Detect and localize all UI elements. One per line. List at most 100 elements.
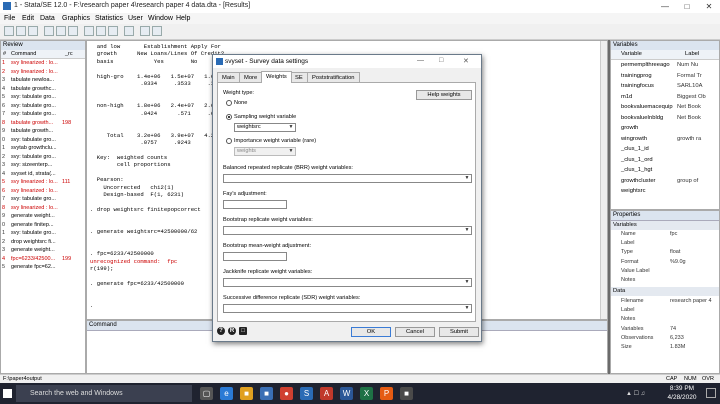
property-row[interactable]: Notes xyxy=(613,276,719,285)
bootstrap-mean-input[interactable] xyxy=(223,252,287,261)
app-red-icon[interactable]: ● xyxy=(280,387,293,400)
sdr-weights-combo[interactable]: ▼ xyxy=(223,304,472,313)
review-item[interactable]: 9 tabulate growth... xyxy=(2,127,85,136)
dialog-maximize-button[interactable]: □ xyxy=(439,57,443,64)
open-icon[interactable] xyxy=(4,26,14,36)
review-item[interactable]: 6 svy linearized : lo... xyxy=(2,187,85,196)
sampling-weight-combo[interactable]: weightsrc ▼ xyxy=(234,123,296,132)
clock-date[interactable]: 4/28/2020 xyxy=(660,394,704,401)
variables-manager-icon[interactable] xyxy=(124,26,134,36)
chevron-down-icon[interactable]: ▼ xyxy=(463,175,471,182)
review-item[interactable]: 5 svy linearized : lo... 111 xyxy=(2,178,85,187)
help-weights-button[interactable]: Help weights xyxy=(416,90,472,100)
save-icon[interactable] xyxy=(16,26,26,36)
log-icon[interactable] xyxy=(44,26,54,36)
break-icon[interactable] xyxy=(152,26,162,36)
menu-data[interactable]: Data xyxy=(40,15,55,22)
review-item[interactable]: 6 svy: tabulate gro... xyxy=(2,102,85,111)
property-row[interactable]: Name fpc xyxy=(613,230,719,239)
chevron-down-icon[interactable]: ▼ xyxy=(463,305,471,312)
review-item[interactable]: 4 tabulate growthc... xyxy=(2,85,85,94)
review-item[interactable]: 7 svy: tabulate gro... xyxy=(2,110,85,119)
reset-icon[interactable]: R xyxy=(228,327,236,335)
review-item[interactable]: 9 generate weight... xyxy=(2,212,85,221)
review-item[interactable]: 0 svy: tabulate gro... xyxy=(2,136,85,145)
chevron-down-icon[interactable]: ▼ xyxy=(287,124,295,131)
graph-icon[interactable] xyxy=(68,26,78,36)
variable-item[interactable]: trainingfocus SARL10A xyxy=(613,81,719,92)
notification-icon[interactable] xyxy=(706,388,716,398)
stata-taskbar-icon[interactable]: S xyxy=(300,387,313,400)
variable-item[interactable]: bookvaluemacequip Net Book xyxy=(613,102,719,113)
print-icon[interactable] xyxy=(28,26,38,36)
maximize-button[interactable]: □ xyxy=(676,0,698,13)
menu-graphics[interactable]: Graphics xyxy=(62,15,90,22)
menu-file[interactable]: File xyxy=(4,15,15,22)
review-item[interactable]: 7 svy: tabulate gro... xyxy=(2,195,85,204)
dialog-minimize-button[interactable]: — xyxy=(417,57,424,64)
property-row[interactable]: Notes xyxy=(613,315,719,324)
acrobat-icon[interactable]: A xyxy=(320,387,333,400)
property-row[interactable]: Variables 74 xyxy=(613,325,719,334)
tab-weights[interactable]: Weights xyxy=(261,71,292,83)
excel-icon[interactable]: X xyxy=(360,387,373,400)
property-row[interactable]: Format %9.0g xyxy=(613,258,719,267)
review-item[interactable]: 3 svy: sizeenterp... xyxy=(2,161,85,170)
variable-item[interactable]: _clus_1_ord xyxy=(613,155,719,166)
jackknife-weights-combo[interactable]: ▼ xyxy=(223,278,472,287)
review-item[interactable]: 4 fpc=6233/42500... 199 xyxy=(2,255,85,264)
submit-button[interactable]: Submit xyxy=(439,327,479,337)
review-item[interactable]: 5 generate fpc=62... xyxy=(2,263,85,272)
file-explorer-icon[interactable]: ■ xyxy=(240,387,253,400)
minimize-button[interactable]: — xyxy=(654,0,676,13)
fay-adjustment-input[interactable] xyxy=(223,200,287,209)
ok-button[interactable]: OK xyxy=(351,327,391,337)
property-row[interactable]: Value Label xyxy=(613,267,719,276)
menu-edit[interactable]: Edit xyxy=(22,15,34,22)
clock-time[interactable]: 8:39 PM xyxy=(662,385,702,392)
menu-window[interactable]: Window xyxy=(148,15,173,22)
property-row[interactable]: Size 1.83M xyxy=(613,343,719,352)
store-icon[interactable]: ■ xyxy=(260,387,273,400)
brr-weights-combo[interactable]: ▼ xyxy=(223,174,472,183)
review-item[interactable]: 5 svy: tabulate gro... xyxy=(2,93,85,102)
variable-item[interactable]: growth xyxy=(613,123,719,134)
variable-item[interactable]: growthcluster group of xyxy=(613,176,719,187)
radio-sampling-weight[interactable] xyxy=(226,114,232,120)
app-icon[interactable]: ■ xyxy=(400,387,413,400)
property-row[interactable]: Filename research paper 4 xyxy=(613,297,719,306)
word-icon[interactable]: W xyxy=(340,387,353,400)
review-item[interactable]: 3 tabulate newloa... xyxy=(2,76,85,85)
powerpoint-icon[interactable]: P xyxy=(380,387,393,400)
data-editor-icon[interactable] xyxy=(96,26,106,36)
dialog-close-button[interactable]: ✕ xyxy=(463,57,469,65)
variable-item[interactable]: permemplthreeago Num Nu xyxy=(613,60,719,71)
review-item[interactable]: 8 tabulate growth... 198 xyxy=(2,119,85,128)
help-icon[interactable]: ? xyxy=(217,327,225,335)
review-item[interactable]: 1 svytab growthclu... xyxy=(2,144,85,153)
results-scrollbar[interactable] xyxy=(600,41,607,319)
property-row[interactable]: Label xyxy=(613,239,719,248)
radio-importance-weight[interactable] xyxy=(226,138,232,144)
review-item[interactable]: 1 svy: tabulate gro... xyxy=(2,229,85,238)
menu-help[interactable]: Help xyxy=(176,15,190,22)
close-button[interactable]: ✕ xyxy=(698,0,720,13)
do-file-editor-icon[interactable] xyxy=(84,26,94,36)
radio-none[interactable] xyxy=(226,100,232,106)
tray-icons[interactable]: ▲ ☐ ♫ xyxy=(626,390,645,397)
windows-start-icon[interactable] xyxy=(3,389,12,398)
review-item[interactable]: 3 generate weight... xyxy=(2,246,85,255)
variable-item[interactable]: bookvalueInbldg Net Book xyxy=(613,113,719,124)
copy-icon[interactable]: □ xyxy=(239,327,247,335)
review-item[interactable]: 1 svy linearized : lo... xyxy=(2,59,85,68)
bootstrap-weights-combo[interactable]: ▼ xyxy=(223,226,472,235)
properties-variables-section[interactable]: Variables xyxy=(611,221,719,230)
chevron-down-icon[interactable]: ▼ xyxy=(463,279,471,286)
cancel-button[interactable]: Cancel xyxy=(395,327,435,337)
review-item[interactable]: 8 svy linearized : lo... xyxy=(2,204,85,213)
chevron-down-icon[interactable]: ▼ xyxy=(463,227,471,234)
taskbar-search[interactable]: Search the web and Windows xyxy=(16,385,192,402)
review-item[interactable]: 2 drop weightsrc fi... xyxy=(2,238,85,247)
viewer-icon[interactable] xyxy=(56,26,66,36)
review-item[interactable]: 4 svyset id, strata(... xyxy=(2,170,85,179)
